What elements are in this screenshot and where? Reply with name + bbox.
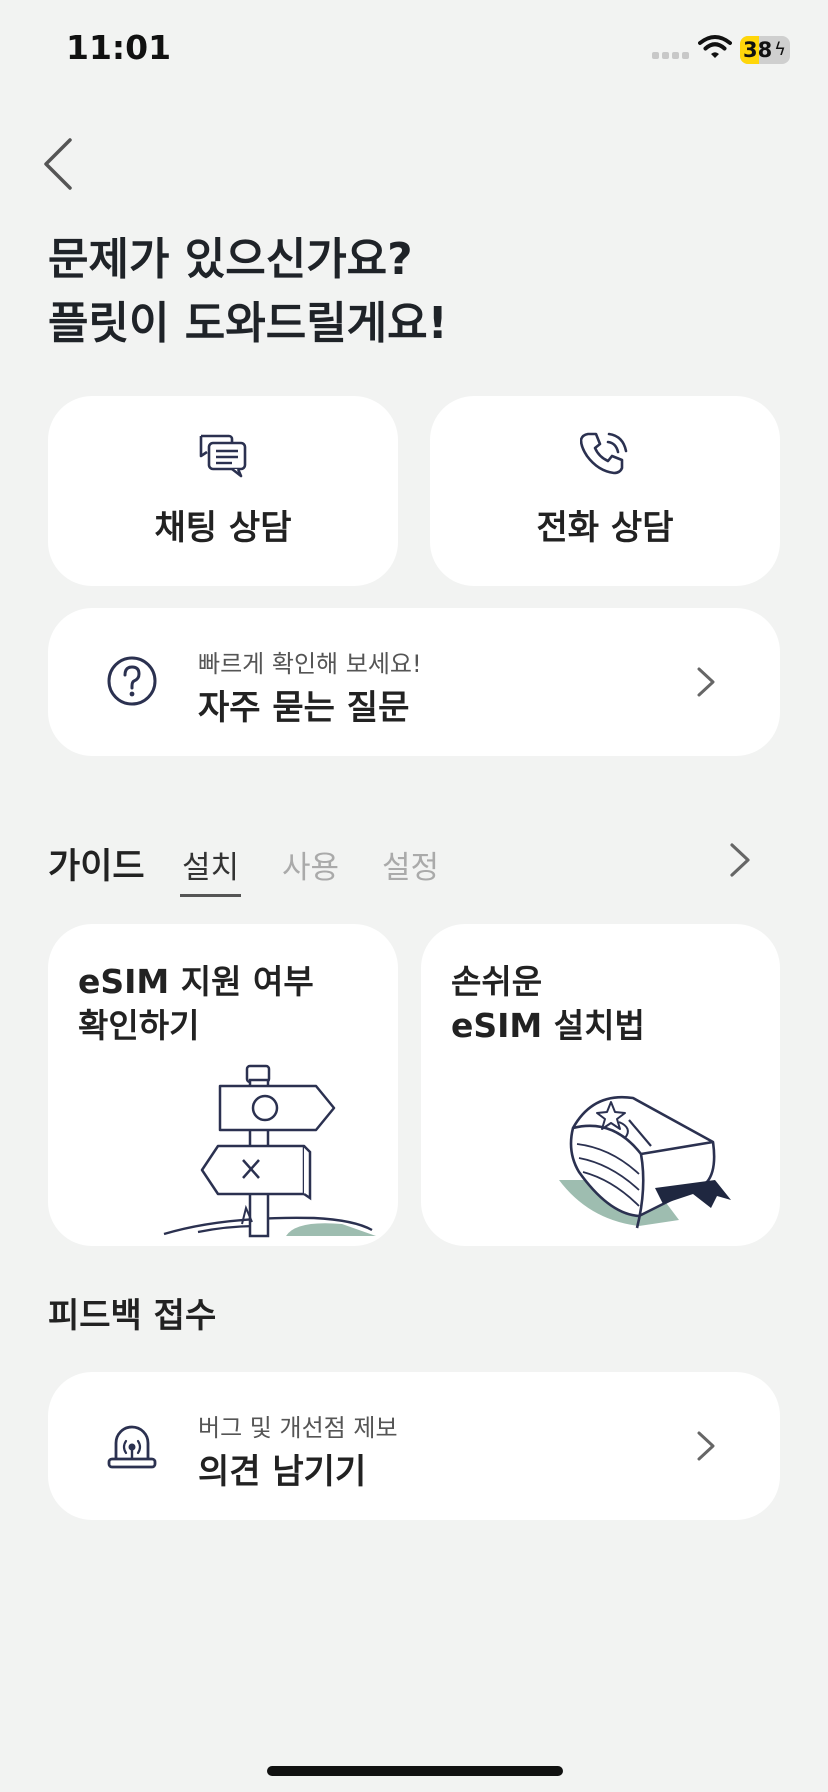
- chat-consultation-label: 채팅 상담: [154, 508, 292, 548]
- back-chevron-icon[interactable]: [40, 136, 80, 192]
- status-time: 11:01: [66, 28, 172, 67]
- charging-bolt-icon: ϟ: [774, 39, 786, 60]
- guide-card-title: eSIM 지원 여부 확인하기: [78, 960, 314, 1048]
- guide-more-chevron-icon[interactable]: [728, 842, 752, 878]
- guide-book-illustration-icon: [559, 1095, 731, 1229]
- wifi-icon: [698, 35, 732, 58]
- guide-card-line-2: eSIM 설치법: [451, 1006, 645, 1045]
- chat-consultation-button[interactable]: 채팅 상담: [48, 396, 398, 586]
- title-line-1: 문제가 있으신가요?: [48, 234, 413, 285]
- signpost-illustration-icon: [163, 1064, 376, 1238]
- guide-card-esim-support[interactable]: eSIM 지원 여부 확인하기: [48, 924, 398, 1246]
- question-circle-icon: [107, 656, 157, 706]
- guide-card-esim-install[interactable]: 손쉬운 eSIM 설치법: [421, 924, 780, 1246]
- faq-subtitle: 빠르게 확인해 보세요!: [198, 650, 422, 678]
- chevron-right-icon: [697, 1431, 715, 1461]
- chat-bubbles-icon: [199, 434, 247, 478]
- tab-usage[interactable]: 사용: [282, 842, 339, 887]
- guide-section-title: 가이드: [48, 847, 145, 887]
- battery-level: 38: [743, 38, 773, 62]
- tab-settings[interactable]: 설정: [382, 842, 439, 887]
- feedback-subtitle: 버그 및 개선점 제보: [198, 1414, 398, 1442]
- feedback-section-title: 피드백 접수: [48, 1296, 217, 1336]
- feedback-title: 의견 남기기: [198, 1452, 367, 1492]
- page-title: 문제가 있으신가요? 플릿이 도와드릴게요!: [48, 228, 448, 356]
- faq-button[interactable]: 빠르게 확인해 보세요! 자주 묻는 질문: [48, 608, 780, 756]
- faq-title: 자주 묻는 질문: [198, 688, 410, 728]
- phone-consultation-label: 전화 상담: [536, 508, 674, 548]
- home-indicator[interactable]: [267, 1766, 563, 1776]
- chevron-right-icon: [697, 667, 715, 697]
- title-line-2: 플릿이 도와드릴게요!: [48, 298, 448, 349]
- guide-card-line-1: 손쉬운: [451, 962, 543, 1001]
- phone-consultation-button[interactable]: 전화 상담: [430, 396, 780, 586]
- guide-card-line-2: 확인하기: [78, 1006, 200, 1045]
- tab-install[interactable]: 설치: [179, 842, 242, 897]
- guide-card-title: 손쉬운 eSIM 설치법: [451, 960, 645, 1048]
- guide-card-line-1: eSIM 지원 여부: [78, 962, 314, 1001]
- phone-call-icon: [580, 432, 628, 475]
- feedback-button[interactable]: 버그 및 개선점 제보 의견 남기기: [48, 1372, 780, 1520]
- cellular-signal-icon: [652, 52, 692, 60]
- alarm-siren-icon: [107, 1425, 157, 1469]
- battery-icon: 38 ϟ: [740, 36, 790, 64]
